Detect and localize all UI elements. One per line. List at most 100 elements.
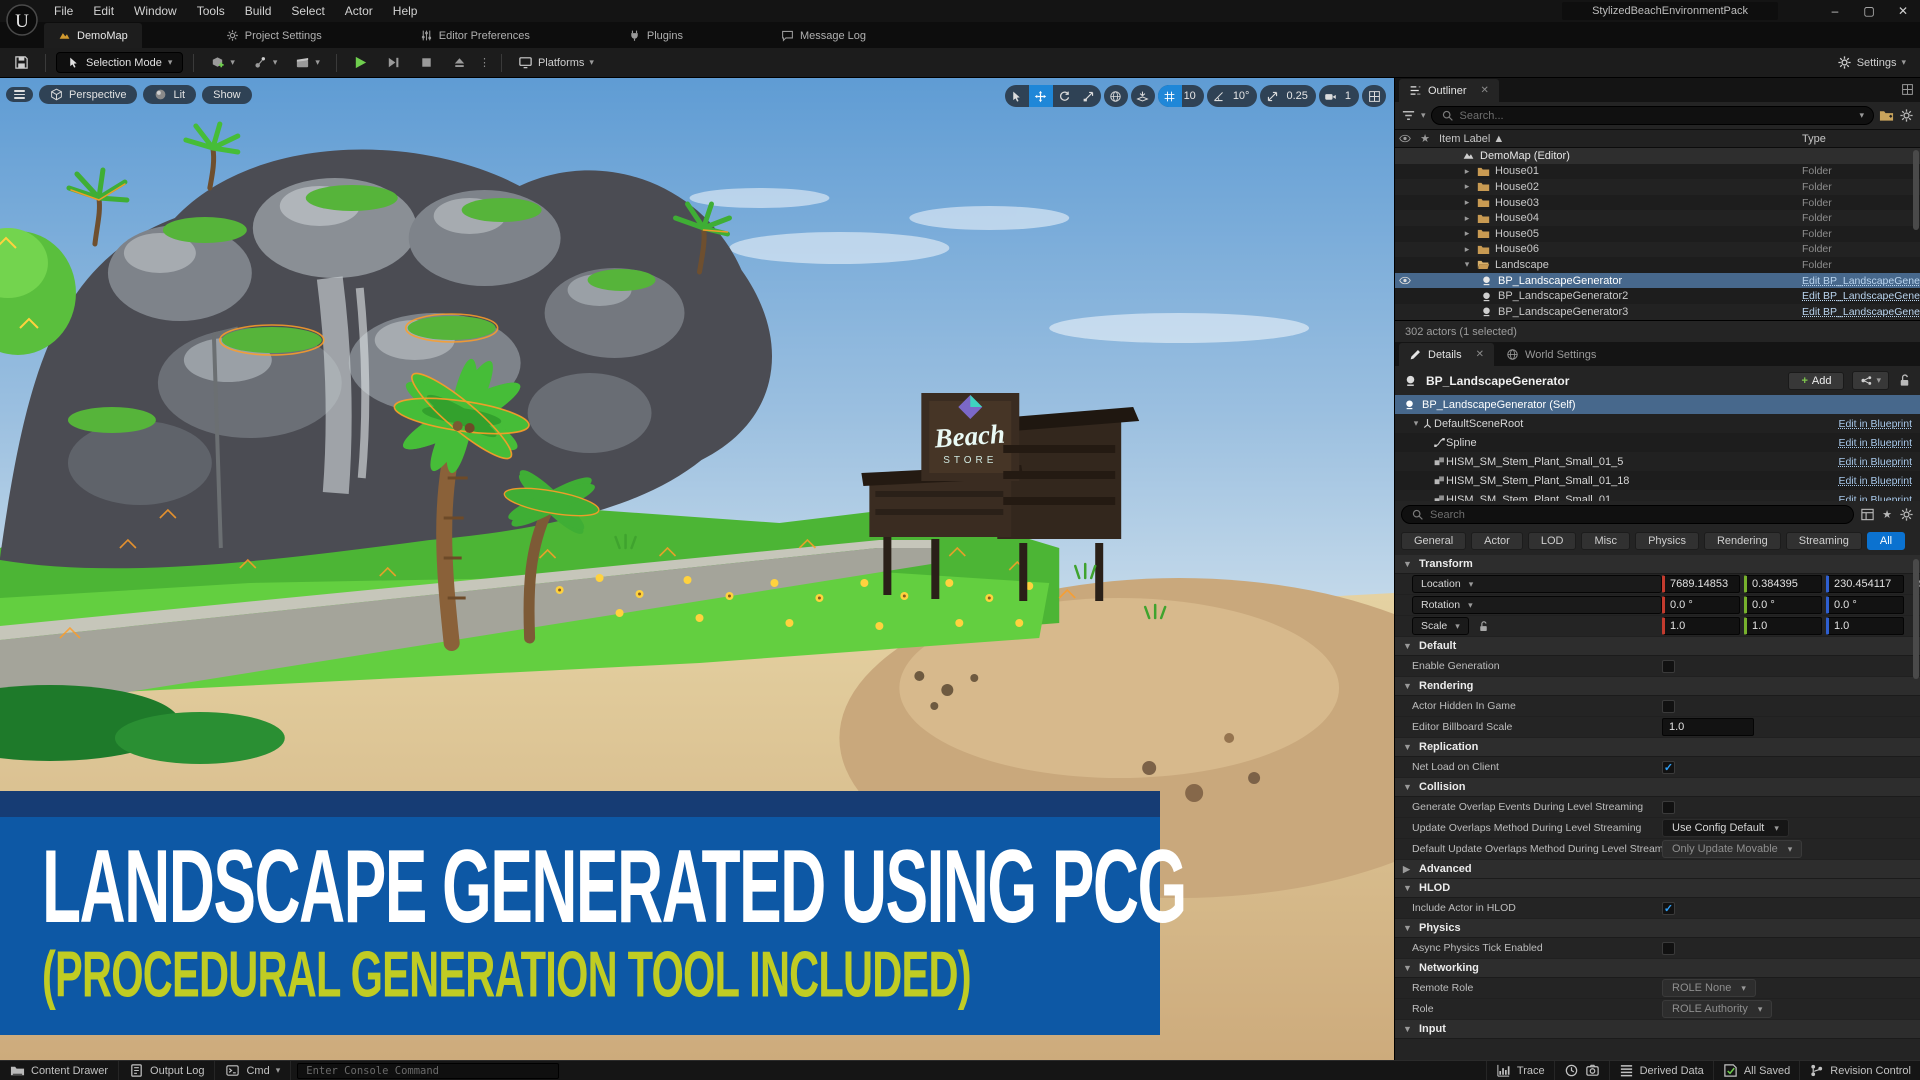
edit-blueprint-link[interactable]: Edit BP_LandscapeGenerator — [1802, 290, 1920, 302]
tree-row-folder[interactable]: ▸House06 Folder — [1395, 242, 1920, 258]
details-scrollbar[interactable] — [1913, 559, 1919, 679]
surface-snap-button[interactable] — [1131, 85, 1155, 107]
panel-layout-icon[interactable] — [1901, 83, 1914, 96]
scale-dropdown[interactable]: Scale▾ — [1412, 617, 1469, 635]
component-row-hism-1[interactable]: HISM_SM_Stem_Plant_Small_01_5 Edit in Bl… — [1395, 452, 1920, 471]
rotation-x-field[interactable]: 0.0 ° — [1662, 596, 1740, 614]
scale-z-field[interactable]: 1.0 — [1826, 617, 1904, 635]
menu-window[interactable]: Window — [124, 0, 187, 22]
chevron-down-icon[interactable]: ▾ — [1859, 110, 1864, 121]
filter-physics[interactable]: Physics — [1635, 532, 1699, 550]
scale-snap-value[interactable]: 0.25 — [1284, 90, 1315, 102]
section-physics[interactable]: ▼Physics — [1395, 919, 1920, 938]
content-drawer-button[interactable]: Content Drawer — [0, 1061, 119, 1080]
filter-actor[interactable]: Actor — [1471, 532, 1523, 550]
generate-overlap-checkbox[interactable] — [1662, 801, 1675, 814]
add-component-button[interactable]: +Add — [1788, 372, 1844, 390]
viewport[interactable]: Beach STORE — [0, 78, 1395, 1060]
filter-all[interactable]: All — [1867, 532, 1905, 550]
scale-y-field[interactable]: 1.0 — [1744, 617, 1822, 635]
show-flags-dropdown[interactable]: Show — [202, 86, 252, 104]
menu-build[interactable]: Build — [235, 0, 282, 22]
outliner-search-input[interactable] — [1460, 110, 1854, 122]
revision-control-button[interactable]: Revision Control — [1799, 1061, 1920, 1080]
tab-details[interactable]: Details ✕ — [1399, 343, 1494, 366]
component-row-self[interactable]: BP_LandscapeGenerator (Self) — [1395, 395, 1920, 414]
component-row-hism-2[interactable]: HISM_SM_Stem_Plant_Small_01_18 Edit in B… — [1395, 471, 1920, 490]
world-local-toggle[interactable] — [1104, 85, 1128, 107]
close-tab-icon[interactable]: ✕ — [1476, 349, 1484, 360]
expander-icon[interactable]: ▸ — [1462, 228, 1472, 239]
tree-row-folder[interactable]: ▸House04 Folder — [1395, 210, 1920, 226]
component-row-spline[interactable]: Spline Edit in Blueprint — [1395, 433, 1920, 452]
update-overlaps-dropdown[interactable]: Use Config Default▾ — [1662, 819, 1789, 837]
location-dropdown[interactable]: Location▾ — [1412, 575, 1662, 593]
menu-tools[interactable]: Tools — [187, 0, 235, 22]
tab-editor-preferences[interactable]: Editor Preferences — [406, 23, 544, 48]
eye-icon[interactable] — [1395, 274, 1415, 287]
tab-outliner[interactable]: Outliner ✕ — [1399, 79, 1499, 102]
tree-row-folder[interactable]: ▸House02 Folder — [1395, 179, 1920, 195]
maximize-button[interactable]: ▢ — [1852, 0, 1886, 22]
section-input[interactable]: ▼Input — [1395, 1020, 1920, 1039]
frame-skip-button[interactable] — [380, 52, 407, 73]
filter-streaming[interactable]: Streaming — [1786, 532, 1862, 550]
tree-row-bp-landscapegenerator[interactable]: BP_LandscapeGenerator Edit BP_LandscapeG… — [1395, 273, 1920, 289]
minimize-button[interactable]: – — [1818, 0, 1852, 22]
section-transform[interactable]: ▼Transform — [1395, 555, 1920, 574]
stop-button[interactable] — [413, 52, 440, 73]
display-options-icon[interactable] — [1860, 507, 1875, 522]
tree-row-bp-landscapegenerator3[interactable]: BP_LandscapeGenerator3 Edit BP_Landscape… — [1395, 304, 1920, 320]
rotation-y-field[interactable]: 0.0 ° — [1744, 596, 1822, 614]
play-options-dots-icon[interactable]: ⋮ — [479, 56, 491, 69]
rotate-tool-button[interactable] — [1053, 85, 1077, 107]
edit-in-blueprint-link[interactable]: Edit in Blueprint — [1838, 418, 1912, 430]
tree-row-folder[interactable]: ▸House01 Folder — [1395, 164, 1920, 180]
tab-world-settings[interactable]: World Settings — [1496, 343, 1606, 366]
camera-speed-button[interactable] — [1319, 85, 1343, 107]
include-hlod-checkbox[interactable]: ✓ — [1662, 902, 1675, 915]
menu-help[interactable]: Help — [383, 0, 428, 22]
menu-actor[interactable]: Actor — [335, 0, 383, 22]
settings-dropdown[interactable]: Settings ▾ — [1831, 52, 1912, 73]
expander-icon[interactable]: ▸ — [1462, 213, 1472, 224]
net-load-checkbox[interactable]: ✓ — [1662, 761, 1675, 774]
derived-data-button[interactable]: Derived Data — [1609, 1061, 1713, 1080]
rotation-dropdown[interactable]: Rotation▾ — [1412, 596, 1662, 614]
eject-button[interactable] — [446, 52, 473, 73]
select-tool-button[interactable] — [1005, 85, 1029, 107]
trace-button[interactable]: Trace — [1486, 1061, 1554, 1080]
enable-generation-checkbox[interactable] — [1662, 660, 1675, 673]
tree-row-folder[interactable]: ▸House03 Folder — [1395, 195, 1920, 211]
edit-in-blueprint-link[interactable]: Edit in Blueprint — [1838, 437, 1912, 449]
favorites-star-icon[interactable]: ★ — [1882, 508, 1892, 521]
view-mode-dropdown[interactable]: Lit — [143, 85, 196, 104]
item-label-column-header[interactable]: Item Label ▲ — [1435, 133, 1802, 145]
visibility-column-eye-icon[interactable] — [1395, 132, 1415, 145]
details-search[interactable] — [1401, 505, 1854, 524]
maximize-viewport-button[interactable] — [1362, 85, 1386, 107]
grid-snap-value[interactable]: 10 — [1182, 90, 1204, 102]
scale-x-field[interactable]: 1.0 — [1662, 617, 1740, 635]
outliner-search[interactable]: ▾ — [1431, 106, 1874, 125]
expander-icon[interactable]: ▸ — [1462, 181, 1472, 192]
section-advanced[interactable]: ▶Advanced — [1395, 860, 1920, 879]
actor-hidden-checkbox[interactable] — [1662, 700, 1675, 713]
component-row-defaultsceneroot[interactable]: ▾ DefaultSceneRoot Edit in Blueprint — [1395, 414, 1920, 433]
section-collision[interactable]: ▼Collision — [1395, 778, 1920, 797]
rotation-z-field[interactable]: 0.0 ° — [1826, 596, 1904, 614]
output-log-button[interactable]: Output Log — [119, 1061, 215, 1080]
menu-select[interactable]: Select — [281, 0, 334, 22]
perspective-dropdown[interactable]: Perspective — [39, 85, 137, 104]
camera-speed-value[interactable]: 1 — [1343, 90, 1359, 102]
details-search-input[interactable] — [1430, 509, 1844, 521]
expander-icon[interactable]: ▸ — [1462, 166, 1472, 177]
filter-icon[interactable] — [1401, 108, 1416, 123]
edit-blueprint-link[interactable]: Edit BP_LandscapeGenerator — [1802, 275, 1920, 287]
outliner-settings-gear-icon[interactable] — [1899, 108, 1914, 123]
console-command-box[interactable] — [297, 1063, 559, 1079]
cinematics-dropdown[interactable]: ▾ — [289, 52, 326, 73]
add-actor-dropdown[interactable]: ▾ — [204, 52, 241, 73]
cmd-dropdown[interactable]: Cmd ▾ — [215, 1061, 291, 1080]
outliner-scrollbar[interactable] — [1913, 150, 1919, 230]
